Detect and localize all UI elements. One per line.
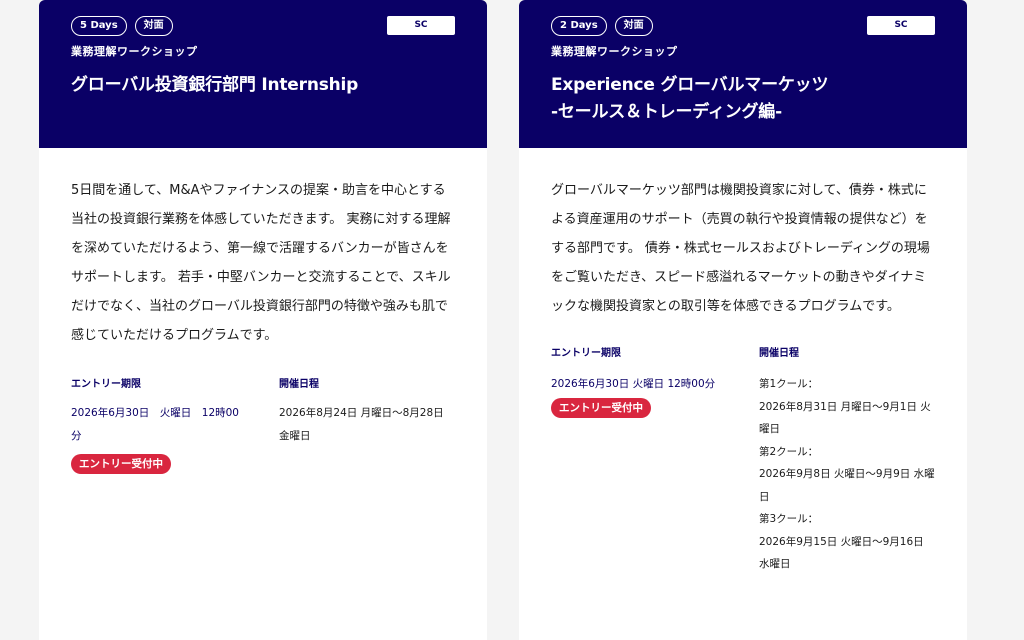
schedule-line: 第2クール： [759, 445, 819, 458]
internship-card-investment-banking[interactable]: 5 Days 対面 SC 業務理解ワークショップ グローバル投資銀行部門 Int… [39, 0, 487, 640]
sc-badge: SC [387, 16, 455, 35]
card-header: 2 Days 対面 SC 業務理解ワークショップ Experience グローバ… [519, 0, 967, 148]
duration-tag: 2 Days [551, 16, 607, 36]
card-body: グローバルマーケッツ部門は機関投資家に対して、債券・株式による資産運用のサポート… [519, 148, 967, 576]
program-title-line: グローバル投資銀行部門 Internship [71, 75, 359, 95]
entry-status-badge: エントリー受付中 [551, 398, 651, 418]
program-info: エントリー期限 2026年6月30日 火曜日 12時00分 エントリー受付中 開… [71, 378, 455, 474]
schedule-info: 開催日程 2026年8月24日 月曜日～8月28日 金曜日 [279, 378, 455, 474]
program-title[interactable]: グローバル投資銀行部門 Internship [71, 72, 455, 99]
program-title[interactable]: Experience グローバルマーケッツ -セールス＆トレーディング編- [551, 72, 935, 126]
program-description: 5日間を通して、M&Aやファイナンスの提案・助言を中心とする当社の投資銀行業務を… [71, 183, 451, 343]
duration-tag: 5 Days [71, 16, 127, 36]
card-header: 5 Days 対面 SC 業務理解ワークショップ グローバル投資銀行部門 Int… [39, 0, 487, 148]
format-tag: 対面 [614, 16, 653, 36]
schedule-line: 2026年9月15日 火曜日～9月16日 水曜日 [759, 535, 924, 571]
program-category: 業務理解ワークショップ [551, 45, 678, 58]
program-info: エントリー期限 2026年6月30日 火曜日 12時00分 エントリー受付中 開… [551, 347, 935, 576]
program-category: 業務理解ワークショップ [71, 45, 198, 58]
program-title-line: Experience グローバルマーケッツ [551, 75, 829, 95]
schedule-label: 開催日程 [759, 348, 799, 359]
entry-status-badge: エントリー受付中 [71, 454, 171, 474]
entry-deadline-value: 2026年6月30日 火曜日 12時00分 [551, 378, 716, 390]
format-tag: 対面 [134, 16, 173, 36]
schedule-line: 第3クール： [759, 513, 819, 525]
schedule-value: 第1クール： 2026年8月31日 月曜日～9月1日 火曜日 第2クール： 20… [759, 373, 935, 576]
schedule-info: 開催日程 第1クール： 2026年8月31日 月曜日～9月1日 火曜日 第2クー… [759, 347, 935, 576]
entry-deadline-value: 2026年6月30日 火曜日 12時00分 [71, 407, 239, 442]
internship-card-global-markets[interactable]: 2 Days 対面 SC 業務理解ワークショップ Experience グローバ… [519, 0, 967, 640]
schedule-label: 開催日程 [279, 379, 319, 390]
entry-deadline-label: エントリー期限 [551, 348, 621, 359]
schedule-value: 2026年8月24日 月曜日～8月28日 金曜日 [279, 402, 455, 448]
schedule-line: 2026年9月8日 火曜日～9月9日 水曜日 [759, 468, 935, 503]
sc-badge: SC [867, 16, 935, 35]
schedule-line: 2026年8月31日 月曜日～9月1日 火曜日 [759, 400, 931, 436]
entry-deadline-label: エントリー期限 [71, 379, 141, 390]
schedule-line: 第1クール： [759, 378, 819, 390]
program-description: グローバルマーケッツ部門は機関投資家に対して、債券・株式による資産運用のサポート… [551, 183, 930, 314]
card-body: 5日間を通して、M&Aやファイナンスの提案・助言を中心とする当社の投資銀行業務を… [39, 148, 487, 474]
entry-info: エントリー期限 2026年6月30日 火曜日 12時00分 エントリー受付中 [551, 347, 759, 576]
program-title-line: -セールス＆トレーディング編- [551, 102, 782, 122]
entry-info: エントリー期限 2026年6月30日 火曜日 12時00分 エントリー受付中 [71, 378, 279, 474]
schedule-line: 2026年8月24日 月曜日～8月28日 金曜日 [279, 407, 444, 442]
